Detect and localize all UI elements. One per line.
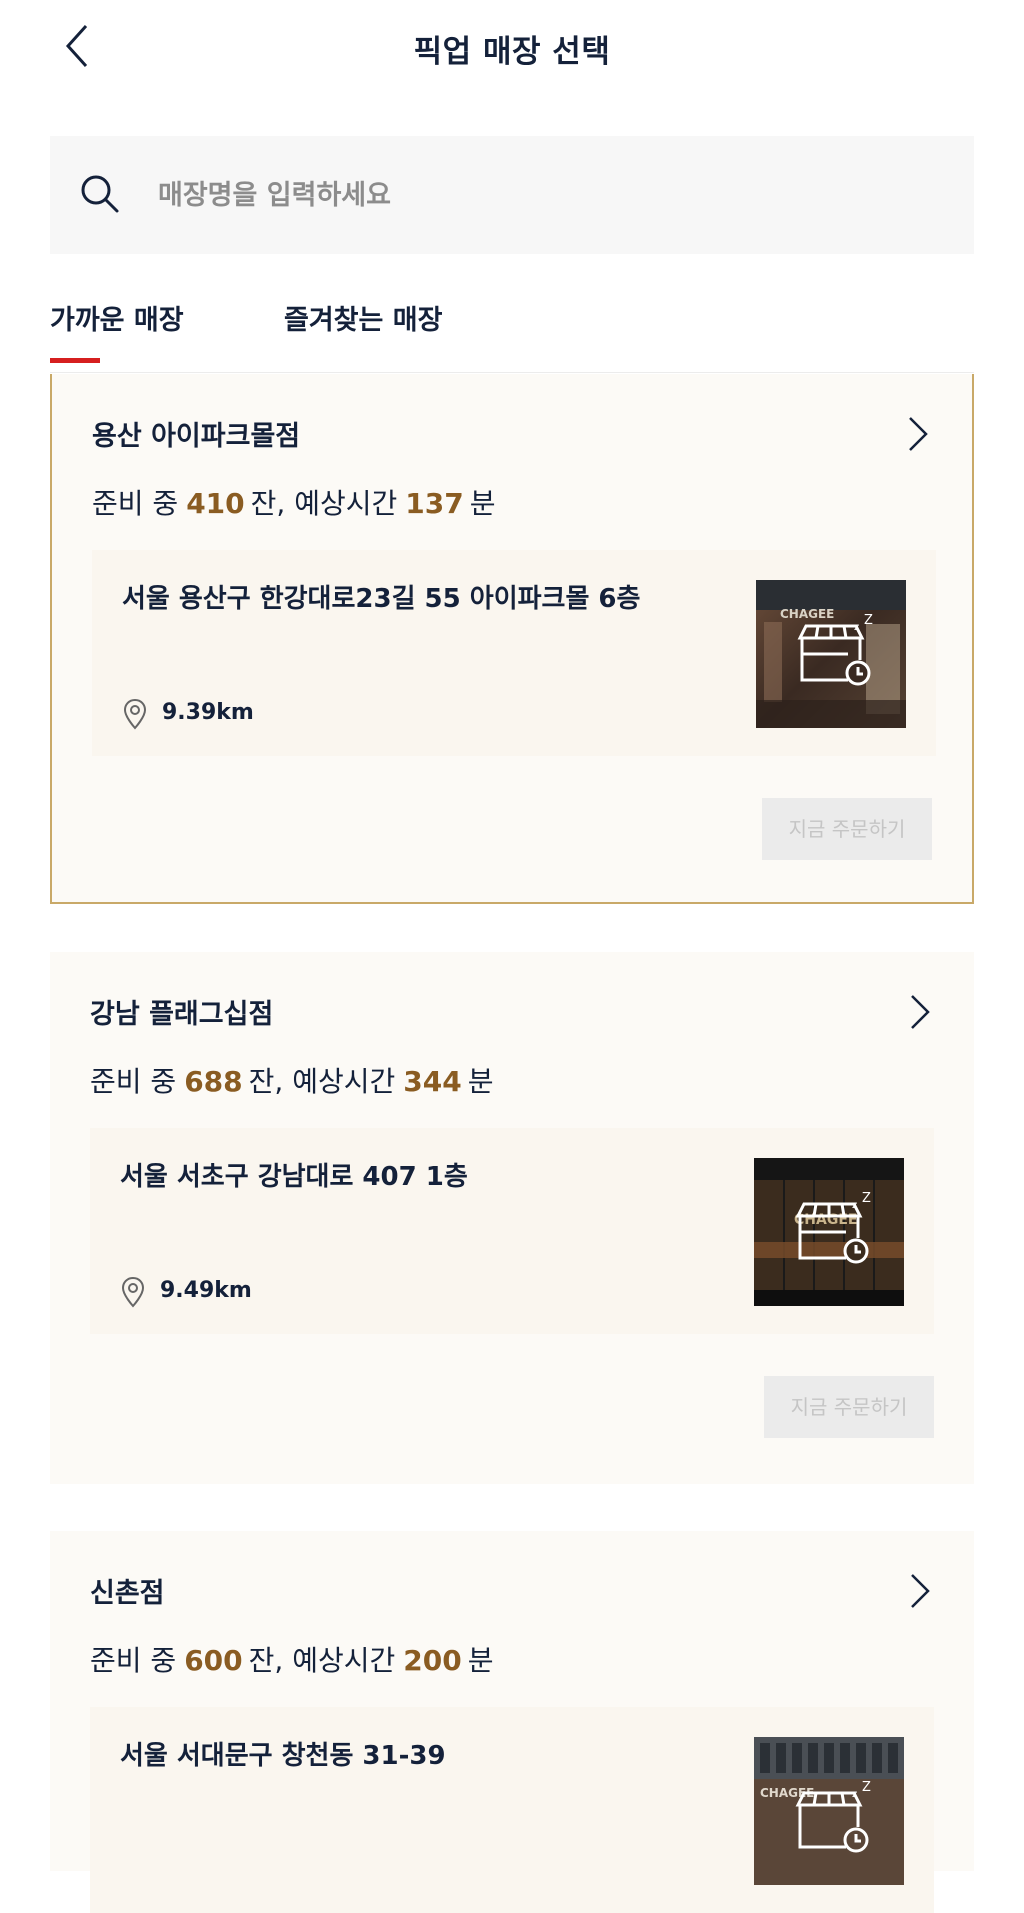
cups-count: 688 [184, 1065, 243, 1098]
store-name: 용산 아이파크몰점 [92, 421, 301, 452]
minutes-unit: 분 [469, 487, 496, 520]
store-photo: CHAGEE z Z [754, 1158, 904, 1306]
order-now-button[interactable]: 지금 주문하기 [762, 798, 932, 860]
location-pin-icon [123, 698, 147, 730]
search-icon [81, 175, 119, 213]
svg-text:z: z [852, 1200, 857, 1211]
store-header[interactable]: 강남 플래그십점 [90, 992, 934, 1036]
cups-count: 410 [186, 487, 245, 520]
order-now-button[interactable]: 지금 주문하기 [764, 1376, 934, 1438]
chevron-right-icon [911, 1574, 930, 1608]
store-status: 준비 중 688 잔, 예상시간 344 분 [90, 1060, 493, 1100]
minutes-unit: 분 [467, 1065, 494, 1098]
store-name: 신촌점 [90, 1578, 165, 1609]
status-prefix: 준비 중 [92, 487, 179, 520]
store-name: 강남 플래그십점 [90, 999, 274, 1030]
store-status: 준비 중 600 잔, 예상시간 200 분 [90, 1639, 493, 1679]
svg-text:Z: Z [862, 1780, 871, 1795]
search-bar [50, 136, 974, 254]
tab-label: 가까운 매장 [50, 305, 184, 336]
cups-unit: 잔, 예상시간 [250, 487, 398, 520]
store-distance: 9.39km [162, 700, 254, 725]
svg-text:Z: Z [862, 1191, 871, 1206]
store-info-box: 서울 용산구 한강대로23길 55 아이파크몰 6층 9.39km CHAGEE… [92, 550, 936, 756]
photo-sign-text: CHAGEE [794, 1212, 857, 1228]
photo-sign-text: CHAGEE [780, 607, 834, 621]
cups-unit: 잔, 예상시간 [248, 1065, 396, 1098]
store-photo: CHAGEE z Z [754, 1737, 904, 1885]
active-tab-indicator [50, 358, 100, 363]
tab-label: 즐겨찾는 매장 [284, 305, 443, 336]
tab-divider [50, 372, 974, 373]
store-photo: CHAGEE z Z [756, 580, 906, 728]
location-pin-icon [121, 1276, 145, 1308]
store-distance: 9.49km [160, 1278, 252, 1303]
store-info-box: 서울 서초구 강남대로 407 1층 9.49km CHAGEE z Z [90, 1128, 934, 1334]
svg-text:z: z [852, 1789, 857, 1800]
store-status: 준비 중 410 잔, 예상시간 137 분 [92, 482, 495, 522]
top-bar: 픽업 매장 선택 [0, 0, 1024, 96]
wait-minutes: 137 [405, 487, 464, 520]
wait-minutes: 200 [403, 1644, 462, 1677]
store-card[interactable]: 용산 아이파크몰점 준비 중 410 잔, 예상시간 137 분 서울 용산구 한강대로… [50, 374, 974, 904]
cups-unit: 잔, 예상시간 [248, 1644, 396, 1677]
status-prefix: 준비 중 [90, 1644, 177, 1677]
wait-minutes: 344 [403, 1065, 462, 1098]
store-card[interactable]: 강남 플래그십점 준비 중 688 잔, 예상시간 344 분 서울 서초구 강남대로 … [50, 952, 974, 1484]
store-card[interactable]: 신촌점 준비 중 600 잔, 예상시간 200 분 서울 서대문구 창천동 31-39 [50, 1531, 974, 1913]
store-tabs: 가까운 매장 즐겨찾는 매장 [50, 298, 974, 368]
chevron-right-icon [909, 417, 928, 451]
store-address: 서울 서대문구 창천동 31-39 [120, 1741, 446, 1771]
store-info-box: 서울 서대문구 창천동 31-39 CHAGEE z Z [90, 1707, 934, 1913]
page-title: 픽업 매장 선택 [413, 34, 611, 70]
tab-nearby-stores[interactable]: 가까운 매장 [50, 298, 184, 364]
cups-count: 600 [184, 1644, 243, 1677]
svg-text:z: z [854, 622, 859, 633]
store-address: 서울 서초구 강남대로 407 1층 [120, 1162, 468, 1192]
status-prefix: 준비 중 [90, 1065, 177, 1098]
store-address: 서울 용산구 한강대로23길 55 아이파크몰 6층 [122, 584, 641, 614]
search-input[interactable] [158, 166, 938, 224]
svg-text:Z: Z [864, 613, 873, 628]
store-header[interactable]: 용산 아이파크몰점 [92, 414, 932, 458]
tab-favorite-stores[interactable]: 즐겨찾는 매장 [284, 298, 442, 364]
store-header[interactable]: 신촌점 [90, 1571, 934, 1615]
minutes-unit: 분 [467, 1644, 494, 1677]
chevron-right-icon [911, 995, 930, 1029]
